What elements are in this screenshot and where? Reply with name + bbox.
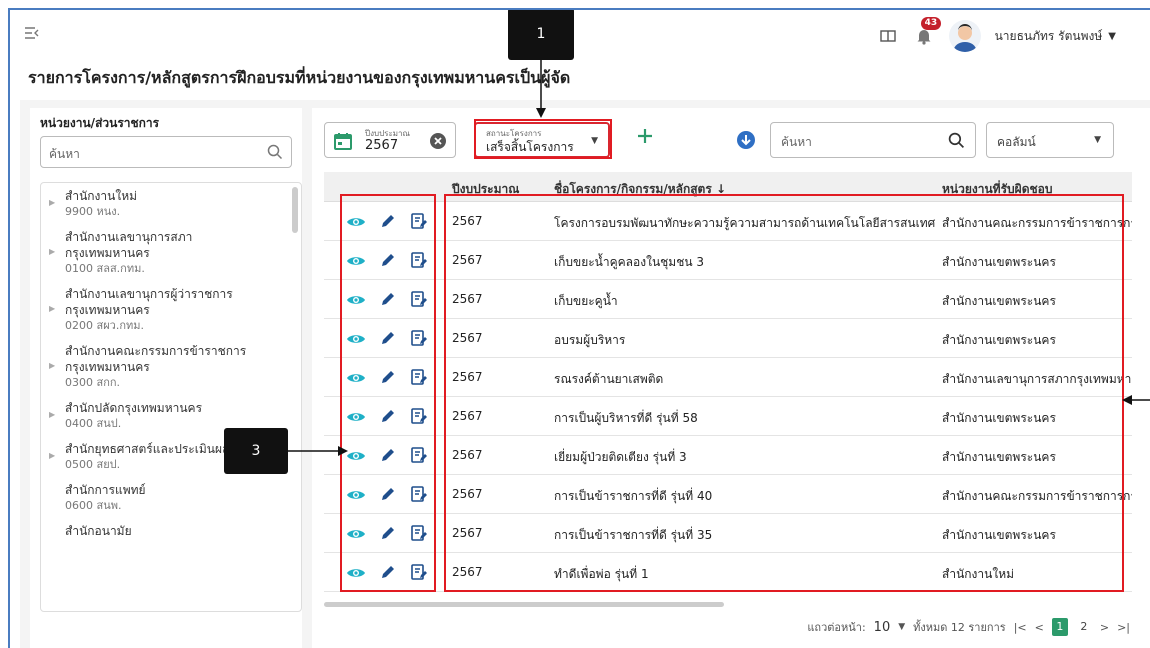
annotation-arrows (288, 60, 1150, 456)
app-window: 43 นายธนภัทร รัตนพงษ์ ▼ รายการโครงการ/หล… (8, 8, 1150, 648)
